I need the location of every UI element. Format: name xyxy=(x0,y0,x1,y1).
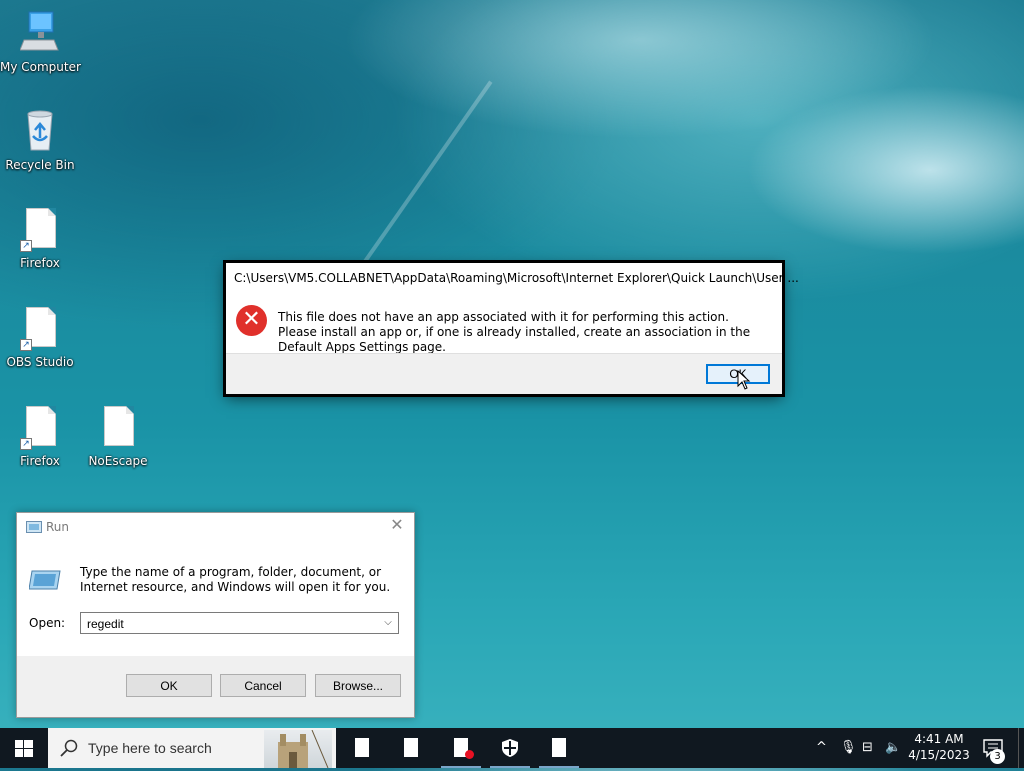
desktop-icon-obs-studio[interactable]: ↗ OBS Studio xyxy=(0,305,80,369)
run-dialog-title: Run xyxy=(46,520,70,534)
desktop-icon-label: Recycle Bin xyxy=(5,158,75,172)
shortcut-arrow-icon: ↗ xyxy=(20,339,32,351)
desktop-icon-label: Firefox xyxy=(20,454,60,468)
file-shortcut-icon: ↗ xyxy=(20,206,60,252)
file-shortcut-icon: ↗ xyxy=(20,305,60,351)
desktop-icon-label: NoEscape xyxy=(88,454,148,468)
taskbar-app-file-3[interactable] xyxy=(535,728,583,768)
desktop-icon-noescape[interactable]: NoEscape xyxy=(78,404,158,468)
open-label: Open: xyxy=(29,616,66,630)
desktop-icon-label: My Computer xyxy=(0,60,81,74)
taskbar-search-box[interactable]: Type here to search xyxy=(48,728,336,769)
taskbar-app-recorder[interactable] xyxy=(437,728,485,768)
run-titlebar[interactable]: Run ✕ xyxy=(17,513,414,543)
volume-icon[interactable]: 🔈 xyxy=(885,740,901,755)
run-browse-button[interactable]: Browse... xyxy=(315,674,401,697)
run-dialog-footer: OK Cancel Browse... xyxy=(17,656,414,717)
error-dialog: C:\Users\VM5.COLLABNET\AppData\Roaming\M… xyxy=(226,263,799,394)
open-input[interactable] xyxy=(85,613,379,635)
shortcut-arrow-icon: ↗ xyxy=(20,240,32,252)
microphone-icon[interactable]: 🎙 xyxy=(840,740,857,755)
recycle-bin-icon xyxy=(20,108,60,154)
record-icon xyxy=(465,750,474,759)
file-shortcut-icon: ↗ xyxy=(20,404,60,450)
taskbar-clock[interactable]: 4:41 AM 4/15/2023 xyxy=(900,731,978,763)
desktop-icon-my-computer[interactable]: My Computer xyxy=(0,10,81,74)
desktop-icon-firefox-1[interactable]: ↗ Firefox xyxy=(0,206,80,270)
file-icon xyxy=(355,738,369,757)
light-ray xyxy=(351,80,493,280)
run-icon xyxy=(26,521,42,533)
clock-date: 4/15/2023 xyxy=(908,748,970,762)
desktop-icon-label: OBS Studio xyxy=(6,355,74,369)
notification-badge: 3 xyxy=(990,749,1005,764)
error-dialog-footer: OK xyxy=(226,353,782,394)
file-icon xyxy=(552,738,566,757)
run-cancel-button[interactable]: Cancel xyxy=(220,674,306,697)
search-highlight-image[interactable] xyxy=(264,729,332,769)
network-icon[interactable]: ⊟ xyxy=(862,740,873,755)
error-dialog-title: C:\Users\VM5.COLLABNET\AppData\Roaming\M… xyxy=(234,271,799,285)
file-icon xyxy=(404,738,418,757)
desktop-icon-firefox-2[interactable]: ↗ Firefox xyxy=(0,404,80,468)
search-icon xyxy=(60,739,78,757)
windows-logo-icon xyxy=(15,740,33,757)
taskbar-app-file-2[interactable] xyxy=(387,728,435,768)
error-message: This file does not have an app associate… xyxy=(278,310,751,354)
mouse-cursor-icon xyxy=(737,370,751,390)
chevron-up-icon[interactable]: ^ xyxy=(816,740,827,755)
run-description: Type the name of a program, folder, docu… xyxy=(80,565,391,594)
taskbar-app-security[interactable] xyxy=(486,728,534,768)
taskbar-app-file-1[interactable] xyxy=(338,728,386,768)
open-combobox[interactable]: ⌵ xyxy=(80,612,399,635)
shortcut-arrow-icon: ↗ xyxy=(20,438,32,450)
search-placeholder: Type here to search xyxy=(88,740,212,756)
taskbar: Type here to search ^ 🎙 ⊟ 🔈 4:41 AM 4/15… xyxy=(0,728,1024,769)
shield-icon xyxy=(502,739,518,757)
error-icon: ✕ xyxy=(236,305,267,336)
chevron-down-icon[interactable]: ⌵ xyxy=(380,615,396,631)
desktop-icon-recycle-bin[interactable]: Recycle Bin xyxy=(0,108,80,172)
file-icon xyxy=(98,404,138,450)
close-icon[interactable]: ✕ xyxy=(388,517,406,535)
run-ok-button[interactable]: OK xyxy=(126,674,212,697)
run-program-icon xyxy=(29,570,61,590)
desktop-icon-label: Firefox xyxy=(20,256,60,270)
show-desktop-button[interactable] xyxy=(1018,728,1024,768)
run-dialog: Run ✕ Type the name of a program, folder… xyxy=(16,512,415,718)
computer-icon xyxy=(19,10,60,56)
start-button[interactable] xyxy=(0,728,48,768)
clock-time: 4:41 AM xyxy=(914,732,964,746)
